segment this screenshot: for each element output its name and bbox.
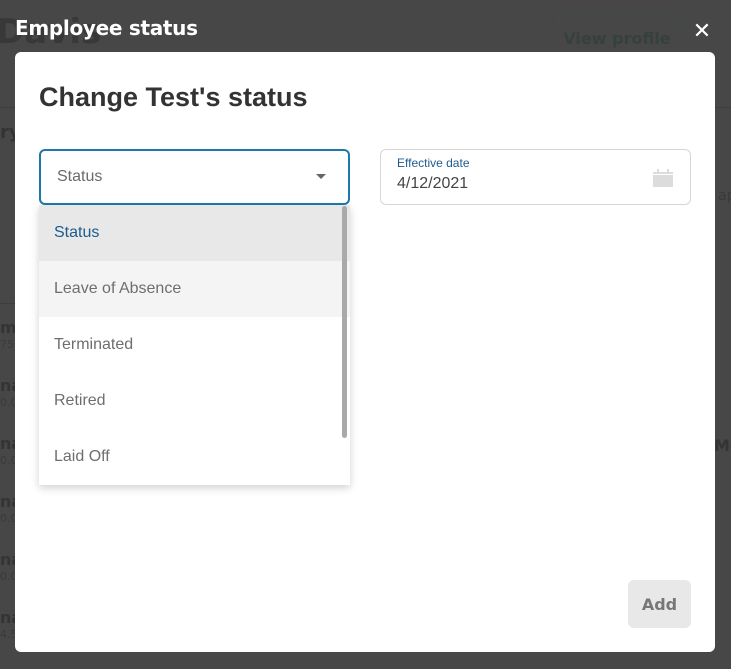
bg-fragment: ap [718,188,731,204]
status-option-laid-off[interactable]: Laid Off [39,429,350,485]
status-option-leave-of-absence[interactable]: Leave of Absence [39,261,350,317]
modal-title: Change Test's status [39,82,308,112]
status-dropdown-list: Status Leave of Absence Terminated Retir… [39,205,350,485]
close-button[interactable]: ✕ [690,20,714,44]
calendar-icon[interactable] [653,169,673,187]
effective-date-value: 4/12/2021 [397,175,469,192]
close-icon: ✕ [692,19,712,44]
status-option-retired[interactable]: Retired [39,373,350,429]
dropdown-scrollbar[interactable] [342,206,347,438]
bg-divider [0,303,15,304]
status-option-terminated[interactable]: Terminated [39,317,350,373]
bg-fragment: Mo [714,436,731,455]
overlay-title: Employee status [15,16,198,40]
change-status-modal: Change Test's status Status Effective da… [15,52,715,652]
effective-date-label: Effective date [397,156,470,170]
status-select-value: Status [57,168,103,185]
add-button[interactable]: Add [628,580,691,628]
effective-date-field[interactable]: Effective date 4/12/2021 [380,149,691,205]
status-option-status[interactable]: Status [39,205,350,261]
status-select[interactable]: Status [39,149,350,205]
chevron-down-icon [316,174,326,179]
